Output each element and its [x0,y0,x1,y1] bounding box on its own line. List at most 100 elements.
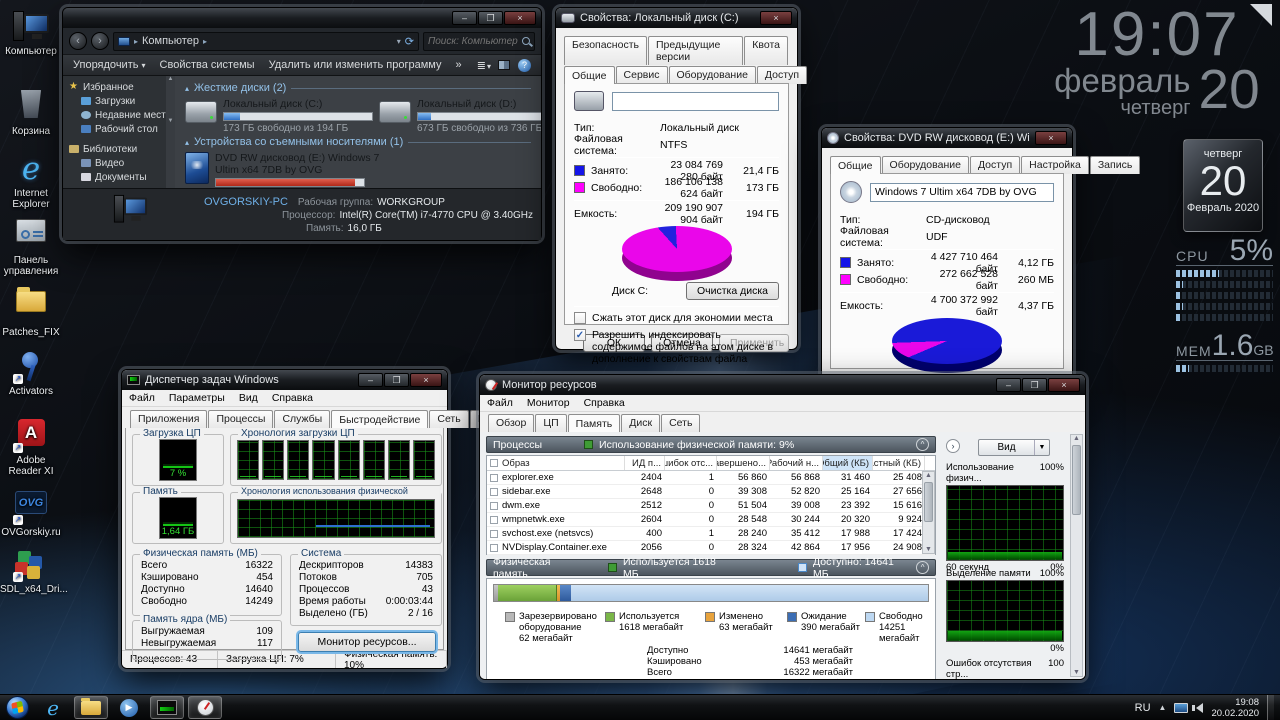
desktop-icon-control-panel[interactable]: Панель управления [0,214,62,277]
tab-overview[interactable]: Обзор [488,414,534,432]
process-checkbox[interactable] [490,530,498,538]
menu-file[interactable]: Файл [122,391,162,405]
collapse-chevron-icon[interactable]: ^ [916,438,929,451]
desktop-icon-internet-explorer[interactable]: e Internet Explorer [0,152,62,210]
process-checkbox[interactable] [490,516,498,524]
sidebar-item-documents[interactable]: Документы [69,170,175,184]
close-button[interactable]: × [504,11,536,25]
process-row[interactable]: dwm.exe 2512051 50439 00823 39215 616 [487,499,935,513]
expand-chevron-icon[interactable]: › [946,439,960,453]
explorer-titlebar[interactable]: – ❐ × [63,8,541,28]
tab-performance[interactable]: Быстродействие [331,410,428,428]
tab-disk[interactable]: Диск [621,414,660,432]
tab-applications[interactable]: Приложения [130,410,207,428]
drive-item-dvd[interactable]: DVD RW дисковод (E:) Windows 7 Ultim x64… [185,152,531,188]
dialog-titlebar[interactable]: Свойства: DVD RW дисковод (E:) Windows 7… [822,128,1072,148]
tab-hardware[interactable]: Оборудование [669,66,756,84]
group-header-removable[interactable]: ▴Устройства со съемными носителями (1) [185,136,531,148]
organize-menu[interactable]: Упорядочить ▾ [73,59,146,71]
menu-options[interactable]: Параметры [162,391,232,405]
tab-quota[interactable]: Квота [744,36,788,65]
address-dropdown-icon[interactable]: ▾ [397,37,401,46]
menu-help[interactable]: Справка [577,396,632,410]
help-icon[interactable]: ? [518,59,531,72]
sidebar-item-libraries[interactable]: Библиотеки [69,142,175,156]
process-checkbox[interactable] [490,502,498,510]
close-button[interactable]: × [760,11,792,25]
desktop-icon-recycle-bin[interactable]: Корзина [0,88,62,137]
sidebar-item-desktop[interactable]: Рабочий стол [69,122,175,136]
maximize-button[interactable]: ❐ [384,373,409,387]
start-button[interactable] [2,696,32,720]
toolbar-overflow-chevron[interactable]: » [455,59,461,71]
search-input[interactable] [428,36,522,47]
maximize-button[interactable]: ❐ [478,11,503,25]
address-bar[interactable]: ▸ Компьютер ▸ ▾ ⟳ [113,32,419,51]
tab-recording[interactable]: Запись [1090,156,1140,174]
volume-label-input[interactable] [612,92,779,111]
minimize-button[interactable]: – [996,378,1021,392]
tab-security[interactable]: Безопасность [564,36,647,65]
compress-checkbox[interactable] [574,312,586,324]
taskbar-internet-explorer[interactable]: e [36,696,70,719]
taskbar-resource-monitor[interactable] [188,696,222,719]
minimize-button[interactable]: – [358,373,383,387]
select-all-checkbox[interactable] [490,459,498,467]
process-row[interactable]: explorer.exe 2404156 86056 86831 46025 4… [487,471,935,485]
table-scrollbar[interactable]: ▲▼ [922,471,935,554]
view-dropdown-button[interactable]: Вид▼ [978,439,1050,456]
tab-networking[interactable]: Сеть [429,410,468,428]
sidebar-item-video[interactable]: Видео [69,156,175,170]
taskmgr-titlebar[interactable]: Диспетчер задач Windows – ❐ × [122,370,447,390]
process-checkbox[interactable] [490,544,498,552]
tab-services[interactable]: Службы [274,410,330,428]
drive-item-c[interactable]: Локальный диск (C:) 173 ГБ свободно из 1… [185,98,365,134]
desktop-icon-activators[interactable]: ↗ Activators [0,350,62,397]
processes-section-header[interactable]: Процессы Использование физической памяти… [486,436,936,453]
maximize-button[interactable]: ❐ [1022,378,1047,392]
volume-icon[interactable] [1196,703,1203,713]
taskbar-task-manager[interactable] [150,696,184,719]
desktop-icon-sdl[interactable]: ↗ SDL_x64_Dri... [0,548,62,595]
views-button-icon[interactable]: ≣ ▾ [477,59,490,72]
search-icon[interactable] [522,37,530,45]
close-button[interactable]: × [1035,131,1067,145]
network-icon[interactable] [1174,703,1188,713]
volume-label-input[interactable] [870,183,1054,202]
sidebar-item-downloads[interactable]: Загрузки [69,94,175,108]
tab-processes[interactable]: Процессы [208,410,273,428]
physical-memory-section-header[interactable]: Физическая память Используется 1618 МБ Д… [486,559,936,576]
back-button[interactable]: ‹ [69,32,87,50]
tab-tools[interactable]: Сервис [616,66,668,84]
tab-memory[interactable]: Память [568,414,621,432]
preview-pane-icon[interactable] [498,60,510,70]
dialog-titlebar[interactable]: Свойства: Локальный диск (C:) × [556,8,797,28]
disk-cleanup-button[interactable]: Очистка диска [686,282,779,300]
process-checkbox[interactable] [490,488,498,496]
resource-monitor-button[interactable]: Монитор ресурсов... [298,632,436,652]
resmon-titlebar[interactable]: Монитор ресурсов – ❐ × [480,375,1085,395]
desktop-icon-computer[interactable]: Компьютер [0,10,62,57]
show-hidden-icons-arrow[interactable]: ▲ [1159,703,1167,712]
indexing-checkbox[interactable]: ✓ [574,329,586,341]
menu-monitor[interactable]: Монитор [520,396,577,410]
sidebar-item-recent[interactable]: Недавние места [69,108,175,122]
minimize-button[interactable]: – [452,11,477,25]
uninstall-program-button[interactable]: Удалить или изменить программу [269,59,442,71]
breadcrumb[interactable]: Компьютер [142,35,199,47]
taskbar-explorer[interactable] [74,696,108,719]
process-row[interactable]: NVDisplay.Container.exe 2056028 32442 86… [487,541,935,555]
sidebar-item-favorites[interactable]: ★Избранное [69,80,175,94]
desktop-icon-patches-fix[interactable]: Patches_FIX [0,282,62,338]
language-indicator[interactable]: RU [1135,702,1151,714]
tab-general[interactable]: Общие [830,156,881,174]
close-button[interactable]: × [1048,378,1080,392]
tab-customize[interactable]: Настройка [1021,156,1089,174]
menu-help[interactable]: Справка [265,391,320,405]
close-button[interactable]: × [410,373,442,387]
menu-view[interactable]: Вид [232,391,265,405]
tab-network[interactable]: Сеть [661,414,700,432]
drive-item-d[interactable]: Локальный диск (D:) 673 ГБ свободно из 7… [379,98,541,134]
sidebar-scrollbar[interactable]: ▲▼ [166,76,175,188]
process-checkbox[interactable] [490,474,498,482]
